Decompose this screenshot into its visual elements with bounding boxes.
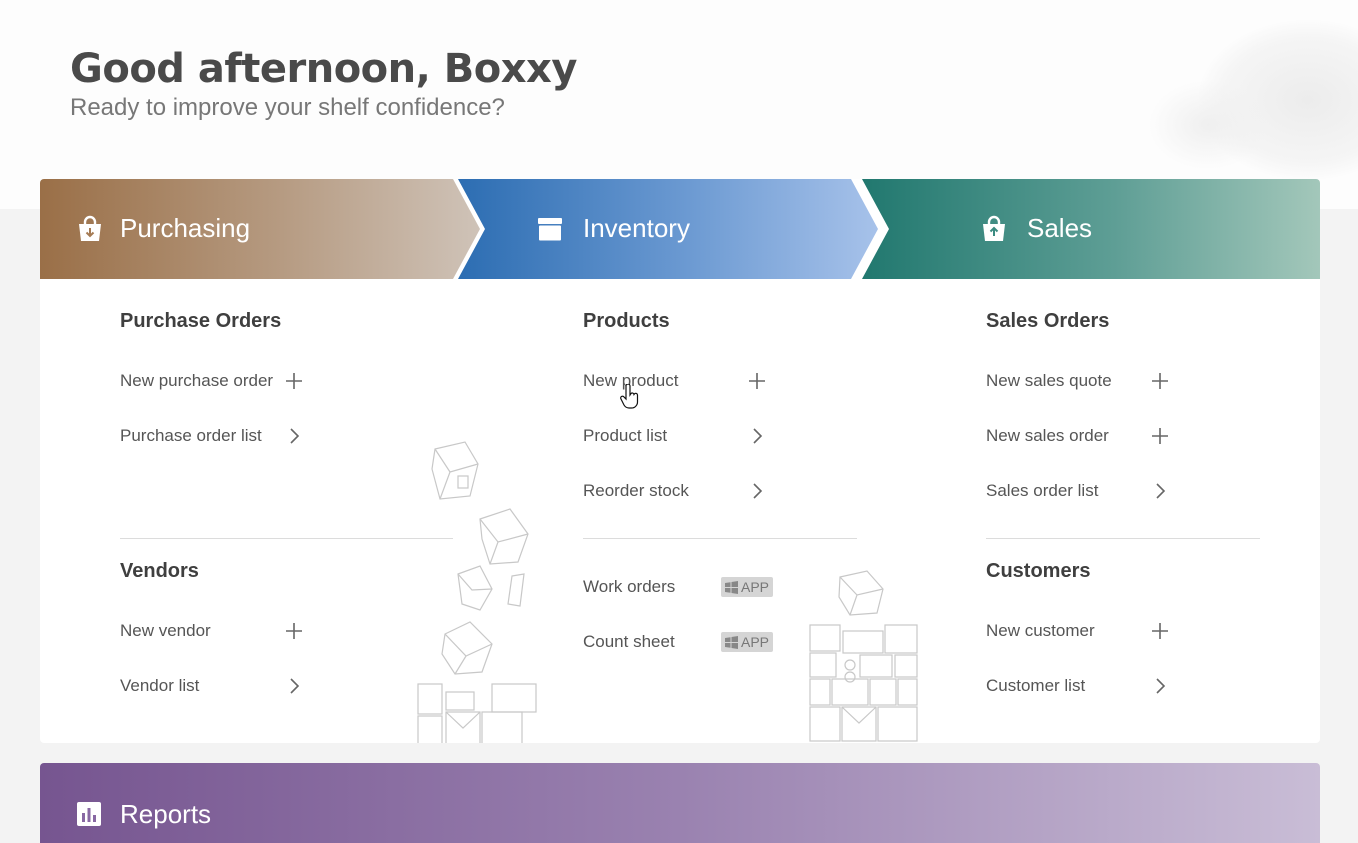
chevron-right-icon[interactable]	[285, 427, 303, 445]
link-label: New sales order	[986, 426, 1109, 445]
purchasing-label: Purchasing	[120, 213, 251, 243]
purchasing-banner[interactable]: Purchasing	[40, 179, 480, 279]
plus-icon[interactable]	[748, 372, 766, 390]
reports-banner[interactable]: Reports	[40, 763, 1320, 843]
main-card: Purchasing Inventory Sales Purchase Orde…	[40, 179, 1320, 743]
product-list-link[interactable]: Product list	[583, 421, 773, 451]
app-badge: APP	[721, 632, 773, 652]
link-label: New vendor	[120, 621, 211, 640]
plus-icon[interactable]	[285, 622, 303, 640]
section-divider	[986, 538, 1260, 539]
header-area: Good afternoon, Boxxy Ready to improve y…	[0, 0, 1358, 209]
count-sheet-link[interactable]: Count sheet APP	[583, 627, 773, 657]
cloud-decoration	[1148, 80, 1268, 170]
link-label: New purchase order	[120, 371, 274, 390]
stacked-boxes-illustration	[809, 570, 918, 742]
products-title: Products	[583, 310, 670, 332]
reorder-stock-link[interactable]: Reorder stock	[583, 476, 773, 506]
customers-title: Customers	[986, 560, 1091, 582]
sales-orders-title: Sales Orders	[986, 310, 1110, 332]
shopping-bag-upload-icon	[983, 215, 1005, 241]
new-vendor-link[interactable]: New vendor	[120, 616, 310, 646]
purchase-orders-title: Purchase Orders	[120, 310, 282, 332]
chevron-right-icon[interactable]	[748, 427, 766, 445]
chevron-right-icon[interactable]	[285, 677, 303, 695]
link-label: Work orders	[583, 577, 676, 596]
app-badge-label: APP	[740, 634, 769, 650]
link-label: Sales order list	[986, 481, 1099, 500]
plus-icon[interactable]	[1151, 372, 1169, 390]
chevron-right-icon[interactable]	[748, 482, 766, 500]
purchase-order-list-link[interactable]: Purchase order list	[120, 421, 310, 451]
new-customer-link[interactable]: New customer	[986, 616, 1176, 646]
falling-boxes-illustration	[417, 441, 537, 743]
sales-banner[interactable]: Sales	[862, 179, 1320, 279]
link-label: Count sheet	[583, 632, 675, 651]
new-product-link[interactable]: New product	[583, 366, 773, 396]
box-icon	[538, 218, 562, 241]
vendors-title: Vendors	[120, 560, 199, 582]
link-label: Customer list	[986, 676, 1086, 695]
link-label: Vendor list	[120, 676, 200, 695]
plus-icon[interactable]	[285, 372, 303, 390]
shopping-bag-download-icon	[79, 215, 101, 241]
windows-icon	[724, 635, 738, 649]
link-label: Reorder stock	[583, 481, 689, 500]
greeting-subtitle: Ready to improve your shelf confidence?	[70, 94, 505, 121]
link-label: New sales quote	[986, 371, 1112, 390]
plus-icon[interactable]	[1151, 427, 1169, 445]
reports-label: Reports	[120, 799, 212, 829]
app-badge: APP	[721, 577, 773, 597]
plus-icon[interactable]	[1151, 622, 1169, 640]
bar-chart-icon	[77, 802, 101, 826]
link-label: Purchase order list	[120, 426, 262, 445]
sales-label: Sales	[1027, 213, 1093, 243]
inventory-label: Inventory	[583, 213, 690, 243]
customer-list-link[interactable]: Customer list	[986, 671, 1176, 701]
inventory-banner[interactable]: Inventory	[458, 179, 878, 279]
greeting-title: Good afternoon, Boxxy	[70, 46, 577, 92]
app-badge-label: APP	[740, 579, 769, 595]
sales-order-list-link[interactable]: Sales order list	[986, 476, 1176, 506]
link-label: New customer	[986, 621, 1095, 640]
new-purchase-order-link[interactable]: New purchase order	[120, 366, 310, 396]
vendor-list-link[interactable]: Vendor list	[120, 671, 310, 701]
new-sales-order-link[interactable]: New sales order	[986, 421, 1176, 451]
section-divider	[120, 538, 453, 539]
new-sales-quote-link[interactable]: New sales quote	[986, 366, 1176, 396]
work-orders-link[interactable]: Work orders APP	[583, 572, 773, 602]
windows-icon	[724, 580, 738, 594]
chevron-right-icon[interactable]	[1151, 677, 1169, 695]
section-divider	[583, 538, 857, 539]
hand-cursor-icon	[620, 384, 639, 409]
link-label: Product list	[583, 426, 668, 445]
chevron-right-icon[interactable]	[1151, 482, 1169, 500]
